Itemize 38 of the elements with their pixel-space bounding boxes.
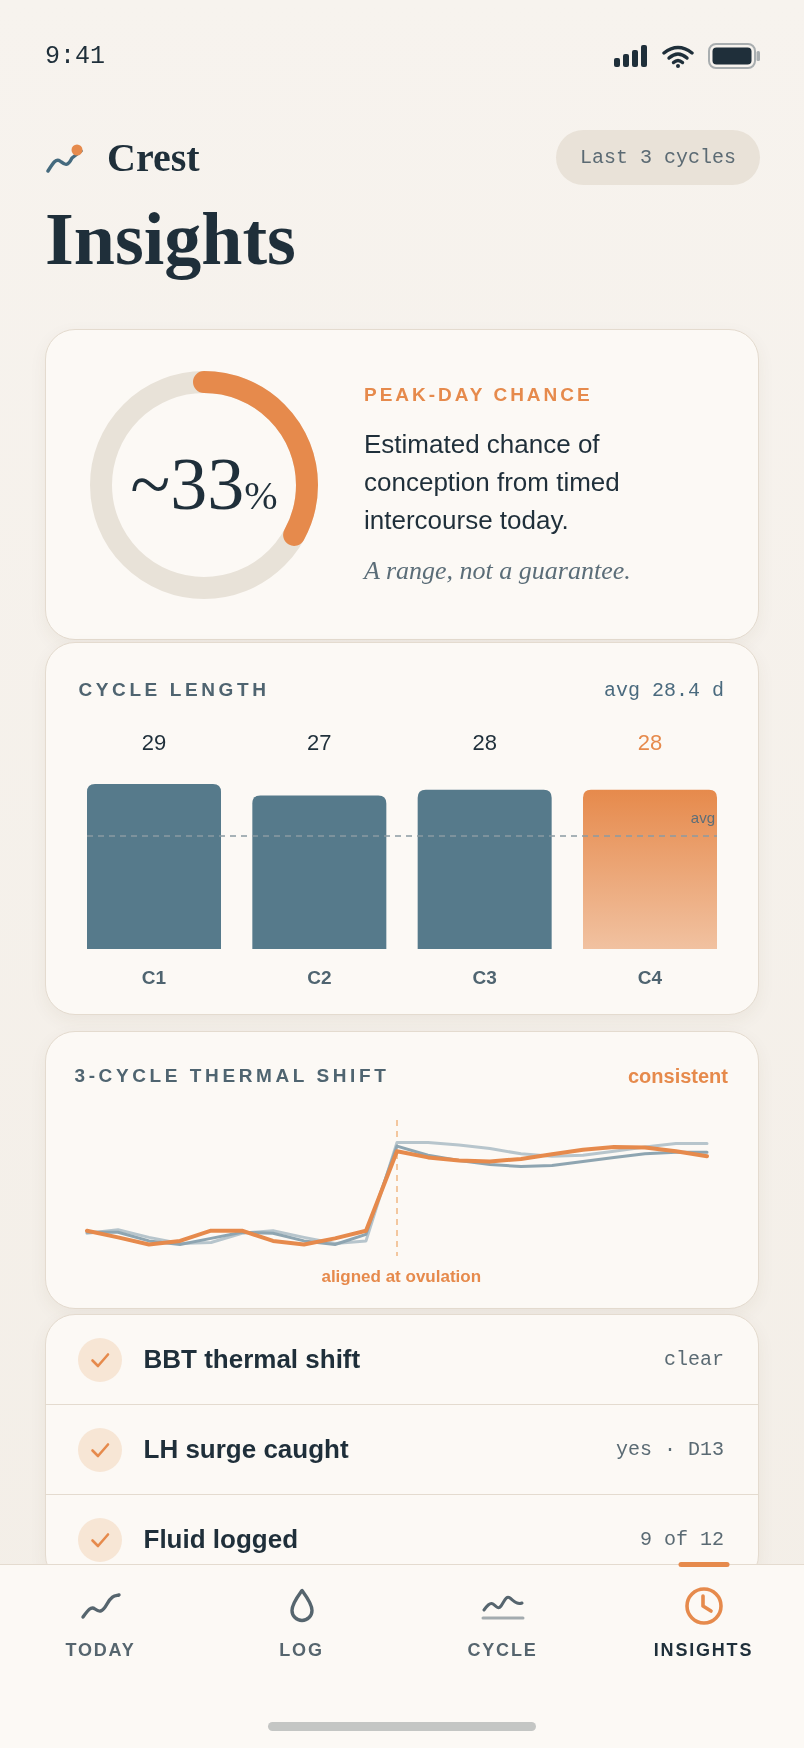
- category-label: C1: [141, 967, 166, 988]
- battery-icon: [708, 43, 760, 69]
- description-text: Estimated chance of conception from timed intercourse today.: [364, 428, 621, 537]
- note-text: A range, not a guarantee.: [364, 556, 631, 586]
- tab-button[interactable]: CYCLE: [402, 1565, 603, 1677]
- card-label: PEAK-DAY CHANCE: [364, 384, 593, 406]
- tab-button[interactable]: INSIGHTS: [603, 1565, 804, 1677]
- status-time: 9:41: [45, 41, 105, 71]
- check-value: 9 of 12: [640, 1528, 724, 1551]
- marker-label: aligned at ovulation: [321, 1267, 482, 1287]
- check-label: LH surge caught: [143, 1434, 349, 1465]
- category-label: C2: [306, 967, 331, 988]
- bar-value-label: 28: [471, 730, 497, 755]
- app-name: Crest: [107, 137, 200, 178]
- droplet-icon: [288, 1588, 315, 1624]
- tab-button[interactable]: LOG: [201, 1565, 402, 1677]
- check-label: BBT thermal shift: [143, 1344, 361, 1375]
- clock-icon: [683, 1586, 724, 1626]
- tab-button[interactable]: TODAY: [0, 1565, 201, 1677]
- card-title: 3-CYCLE THERMAL SHIFT: [74, 1065, 390, 1087]
- bar-value-label: 29: [141, 730, 166, 755]
- cycle-range-button[interactable]: Last 3 cycles: [555, 130, 760, 185]
- bar-value-label: 27: [306, 730, 332, 755]
- card-title: CYCLE LENGTH: [78, 679, 270, 701]
- average-label: avg: [690, 809, 715, 826]
- status-text: consistent: [627, 1064, 728, 1088]
- category-label: C4: [637, 967, 662, 988]
- check-value: yes · D13: [615, 1438, 724, 1461]
- chance-percent: ~33%: [130, 446, 278, 521]
- check-value: clear: [664, 1348, 724, 1371]
- average-value: avg 28.4 d: [603, 678, 724, 702]
- wifi-icon: [662, 44, 694, 68]
- signal-icon: [614, 45, 648, 67]
- active-tab-indicator: [678, 1562, 729, 1567]
- check-label: Fluid logged: [143, 1524, 299, 1555]
- trend-line-icon: [79, 1592, 122, 1620]
- bar-value-label: 28: [637, 730, 662, 755]
- category-label: C3: [472, 967, 497, 988]
